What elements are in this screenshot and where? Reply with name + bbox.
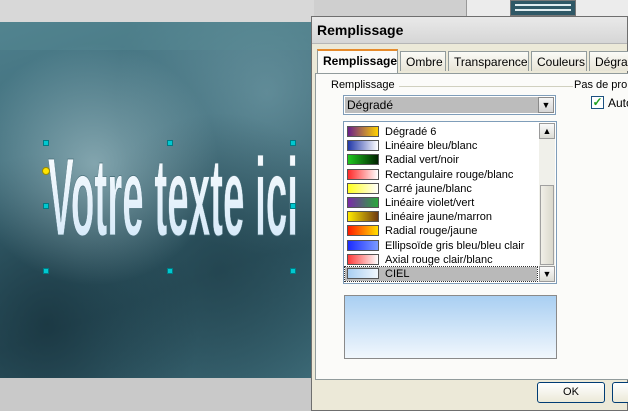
- list-item-label: Linéaire violet/vert: [385, 197, 475, 209]
- list-item-label: Linéaire bleu/blanc: [385, 140, 478, 153]
- fill-type-value: Dégradé: [345, 97, 538, 113]
- tab-remplissage[interactable]: Remplissage: [317, 49, 398, 73]
- gradient-swatch: [347, 154, 379, 166]
- fill-type-select[interactable]: Dégradé ▼: [343, 95, 556, 115]
- list-item[interactable]: Linéaire bleu/blanc: [345, 139, 537, 153]
- resize-handle-tl[interactable]: [43, 140, 49, 146]
- resize-handle-bl[interactable]: [43, 268, 49, 274]
- resize-handle-bm[interactable]: [167, 268, 173, 274]
- list-item-label: Radial rouge/jaune: [385, 225, 478, 238]
- gradient-preview: [344, 295, 557, 359]
- chevron-down-icon[interactable]: ▼: [538, 97, 554, 113]
- gradient-swatch: [347, 239, 379, 251]
- scroll-down-icon[interactable]: ▼: [539, 266, 555, 282]
- fontwork-object[interactable]: Votre texte ici: [42, 135, 302, 276]
- list-item-label: Rectangulaire rouge/blanc: [385, 168, 514, 181]
- background-thumbnail: [510, 0, 576, 16]
- scrollbar-thumb[interactable]: [540, 185, 554, 265]
- fill-dialog: Remplissage Remplissage Ombre Transparen…: [311, 16, 628, 411]
- list-item[interactable]: Rectangulaire rouge/blanc: [345, 168, 537, 182]
- gradient-swatch: [347, 126, 379, 137]
- scroll-up-icon[interactable]: ▲: [539, 123, 555, 139]
- gradient-swatch: [347, 197, 379, 208]
- drawing-canvas: Votre texte ici: [0, 0, 314, 411]
- tab-degrade[interactable]: Dégradé: [589, 51, 628, 71]
- dialog-tabs: Remplissage Ombre Transparence Couleurs …: [317, 49, 628, 73]
- list-item-label: Ellipsoïde gris bleu/bleu clair: [385, 239, 525, 252]
- slide-background: Votre texte ici: [0, 22, 314, 378]
- fontwork-svg: Votre texte ici: [48, 135, 299, 260]
- tab-couleurs[interactable]: Couleurs: [531, 51, 587, 71]
- gradient-swatch: [347, 168, 379, 180]
- resize-handle-ml[interactable]: [43, 203, 49, 209]
- resize-handle-mr[interactable]: [290, 203, 296, 209]
- resize-handle-br[interactable]: [290, 268, 296, 274]
- step-group-label: Pas de pro: [574, 79, 628, 91]
- dialog-title: Remplissage: [317, 22, 404, 38]
- gradient-swatch: [347, 268, 379, 279]
- list-item[interactable]: Radial vert/noir: [345, 153, 537, 167]
- resize-handle-tr[interactable]: [290, 140, 296, 146]
- auto-checkbox-label: Auto: [608, 96, 628, 110]
- gradient-list[interactable]: Dégradé 6 Linéaire bleu/blanc Radial vert/…: [343, 121, 557, 284]
- dialog-titlebar[interactable]: Remplissage: [312, 17, 627, 44]
- fontwork-adjust-handle[interactable]: [42, 167, 50, 175]
- gradient-swatch: [347, 211, 379, 223]
- list-item[interactable]: CIEL: [344, 266, 538, 282]
- list-item-label: Radial vert/noir: [385, 154, 459, 167]
- list-item[interactable]: Ellipsoïde gris bleu/bleu clair: [345, 239, 537, 253]
- gradient-swatch: [347, 140, 379, 152]
- list-item[interactable]: Carré jaune/blanc: [345, 182, 537, 196]
- list-item-label: Linéaire jaune/marron: [385, 211, 493, 224]
- list-item-label: Axial rouge clair/blanc: [385, 253, 493, 266]
- list-item-label: CIEL: [385, 268, 410, 280]
- tab-transparence[interactable]: Transparence: [448, 51, 529, 71]
- fill-group-label: Remplissage: [331, 79, 395, 91]
- wordart-text: Votre texte ici: [48, 140, 298, 259]
- slide-top-band: [0, 22, 314, 50]
- tab-ombre[interactable]: Ombre: [400, 51, 446, 71]
- list-item[interactable]: Linéaire jaune/marron: [345, 210, 537, 224]
- gradient-swatch: [347, 253, 379, 265]
- list-item-label: Dégradé 6: [385, 126, 437, 138]
- gradient-swatch: [347, 225, 379, 237]
- list-item[interactable]: Dégradé 6: [345, 125, 537, 139]
- list-item[interactable]: Linéaire violet/vert: [345, 196, 537, 210]
- list-item[interactable]: Radial rouge/jaune: [345, 224, 537, 238]
- resize-handle-tm[interactable]: [167, 140, 173, 146]
- list-scrollbar[interactable]: ▲ ▼: [539, 123, 555, 282]
- auto-checkbox[interactable]: ✓: [591, 96, 604, 109]
- canvas-bottom-strip: [0, 378, 314, 411]
- ok-button[interactable]: OK: [537, 382, 605, 403]
- cancel-button-edge[interactable]: [612, 382, 628, 403]
- list-item[interactable]: Axial rouge clair/blanc: [345, 253, 537, 267]
- fill-group-separator: [399, 86, 573, 87]
- gradient-swatch: [347, 182, 379, 194]
- list-item-label: Carré jaune/blanc: [385, 182, 472, 195]
